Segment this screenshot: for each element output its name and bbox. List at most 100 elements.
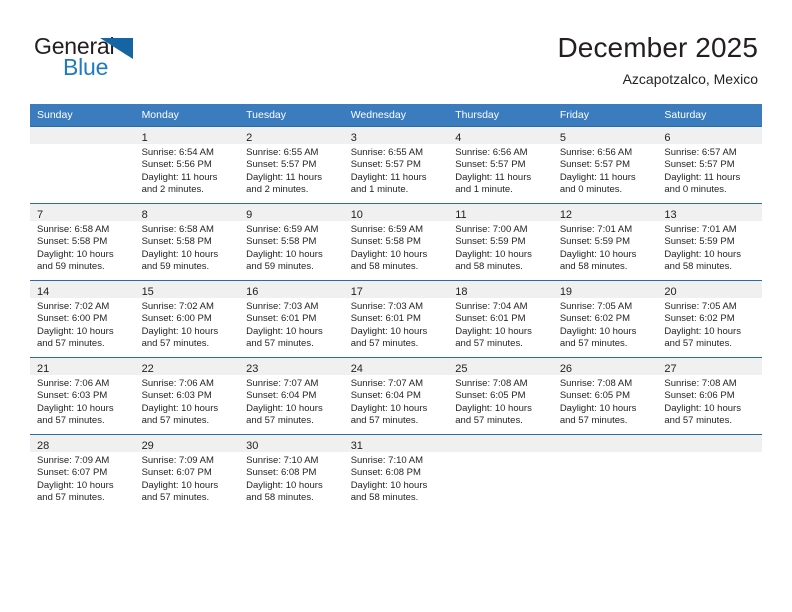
calendar-week-row: 14 Sunrise: 7:02 AM Sunset: 6:00 PM Dayligh… — [30, 280, 762, 358]
calendar-day-cell[interactable]: 25 Sunrise: 7:08 AM Sunset: 6:05 PM Dayligh… — [448, 357, 553, 435]
day-number-band: 17 — [343, 281, 449, 298]
day-detail-line: Daylight: 10 hours — [559, 248, 637, 260]
calendar-day-cell[interactable]: 18 Sunrise: 7:04 AM Sunset: 6:01 PM Dayligh… — [448, 280, 553, 358]
calendar-day-cell[interactable]: 17 Sunrise: 7:03 AM Sunset: 6:01 PM Dayligh… — [343, 280, 449, 358]
day-number-band: 24 — [343, 358, 449, 375]
calendar-week-row: 1 Sunrise: 6:54 AM Sunset: 5:56 PM Daylight… — [30, 126, 762, 204]
calendar-day-cell-empty — [552, 434, 658, 511]
calendar-day-cell[interactable]: 31 Sunrise: 7:10 AM Sunset: 6:08 PM Dayligh… — [343, 434, 449, 511]
day-detail-line: Sunset: 5:56 PM — [141, 159, 212, 171]
calendar-day-cell[interactable]: 19 Sunrise: 7:05 AM Sunset: 6:02 PM Dayligh… — [552, 280, 658, 358]
day-detail-line: Daylight: 10 hours — [664, 402, 741, 414]
calendar-day-cell[interactable]: 7 Sunrise: 6:58 AM Sunset: 5:58 PM Daylight… — [30, 203, 135, 281]
day-cell-inner: 12 Sunrise: 7:01 AM Sunset: 5:59 PM Dayligh… — [552, 204, 658, 280]
day-detail-line: Daylight: 10 hours — [559, 325, 637, 337]
day-cell-inner — [657, 435, 762, 511]
day-number: 4 — [455, 132, 462, 144]
day-number-band: 18 — [448, 281, 553, 298]
calendar-day-cell[interactable]: 26 Sunrise: 7:08 AM Sunset: 6:05 PM Dayligh… — [552, 357, 658, 435]
calendar-day-cell[interactable]: 9 Sunrise: 6:59 AM Sunset: 5:58 PM Daylight… — [239, 203, 344, 281]
day-cell-inner: 14 Sunrise: 7:02 AM Sunset: 6:00 PM Dayligh… — [30, 281, 135, 357]
day-cell-inner: 22 Sunrise: 7:06 AM Sunset: 6:03 PM Dayligh… — [134, 358, 240, 434]
calendar-day-cell[interactable]: 24 Sunrise: 7:07 AM Sunset: 6:04 PM Dayligh… — [343, 357, 449, 435]
day-number: 26 — [559, 363, 573, 375]
calendar-day-cell[interactable]: 15 Sunrise: 7:02 AM Sunset: 6:00 PM Dayligh… — [134, 280, 240, 358]
day-detail-line: and 2 minutes. — [246, 184, 309, 196]
day-detail-line: Sunset: 6:07 PM — [141, 467, 212, 479]
weekday-header-row: Sunday Monday Tuesday Wednesday Thursday Frid… — [30, 104, 762, 127]
day-cell-inner: 2 Sunrise: 6:55 AM Sunset: 5:57 PM Daylight… — [239, 127, 344, 203]
day-number-band: 21 — [30, 358, 135, 375]
calendar-day-cell[interactable]: 20 Sunrise: 7:05 AM Sunset: 6:02 PM Dayligh… — [657, 280, 762, 358]
day-detail-line: Sunset: 6:05 PM — [559, 390, 631, 402]
day-detail-line: Daylight: 10 hours — [350, 248, 428, 260]
day-detail-line: and 57 minutes. — [37, 338, 105, 350]
title-block: December 2025 Azcapotzalco, Mexico — [557, 31, 758, 89]
day-number-band — [552, 435, 658, 452]
calendar-week-row: 28 Sunrise: 7:09 AM Sunset: 6:07 PM Dayligh… — [30, 434, 762, 511]
day-number: 21 — [37, 363, 50, 375]
day-detail-line: and 0 minutes. — [559, 184, 623, 196]
day-detail-line: Daylight: 10 hours — [141, 248, 219, 260]
calendar-day-cell[interactable]: 8 Sunrise: 6:58 AM Sunset: 5:58 PM Daylight… — [134, 203, 240, 281]
day-detail-line: Sunrise: 7:06 AM — [37, 378, 110, 389]
calendar-day-cell[interactable]: 11 Sunrise: 7:00 AM Sunset: 5:59 PM Dayligh… — [448, 203, 553, 281]
weekday-header-monday: Monday — [134, 104, 240, 127]
calendar-day-cell[interactable]: 30 Sunrise: 7:10 AM Sunset: 6:08 PM Dayligh… — [239, 434, 344, 511]
calendar-day-cell[interactable]: 13 Sunrise: 7:01 AM Sunset: 5:59 PM Dayligh… — [657, 203, 762, 281]
day-detail-text: Sunrise: 7:02 AM Sunset: 6:00 PM Daylight:… — [30, 298, 135, 351]
day-cell-inner: 29 Sunrise: 7:09 AM Sunset: 6:07 PM Dayligh… — [134, 435, 240, 511]
day-number: 27 — [664, 363, 677, 375]
day-detail-line: Daylight: 10 hours — [246, 325, 323, 337]
calendar-day-cell[interactable]: 28 Sunrise: 7:09 AM Sunset: 6:07 PM Dayligh… — [30, 434, 135, 511]
day-detail-text: Sunrise: 6:59 AM Sunset: 5:58 PM Daylight:… — [344, 221, 449, 274]
day-number-band: 10 — [343, 204, 449, 221]
calendar-day-cell[interactable]: 14 Sunrise: 7:02 AM Sunset: 6:00 PM Dayligh… — [30, 280, 135, 358]
day-detail-line: and 58 minutes. — [350, 261, 419, 273]
day-number-band: 3 — [343, 127, 449, 144]
day-detail-line: and 57 minutes. — [246, 415, 314, 427]
calendar-day-cell[interactable]: 23 Sunrise: 7:07 AM Sunset: 6:04 PM Dayligh… — [239, 357, 344, 435]
calendar-day-cell[interactable]: 5 Sunrise: 6:56 AM Sunset: 5:57 PM Daylight… — [552, 126, 658, 204]
day-detail-line: Daylight: 10 hours — [37, 402, 114, 414]
logo-general-blue[interactable]: General Blue — [34, 34, 234, 90]
day-detail-line: Daylight: 10 hours — [246, 479, 323, 491]
day-detail-text: Sunrise: 7:06 AM Sunset: 6:03 PM Daylight:… — [135, 375, 240, 428]
day-number-band: 16 — [239, 281, 344, 298]
day-detail-line: Sunset: 5:57 PM — [664, 159, 735, 171]
day-number: 11 — [455, 209, 467, 221]
calendar-day-cell[interactable]: 1 Sunrise: 6:54 AM Sunset: 5:56 PM Daylight… — [134, 126, 240, 204]
calendar-day-cell[interactable]: 12 Sunrise: 7:01 AM Sunset: 5:59 PM Dayligh… — [552, 203, 658, 281]
day-number: 16 — [246, 286, 259, 298]
day-detail-line: Sunrise: 6:57 AM — [664, 147, 737, 158]
day-detail-line: Sunrise: 6:59 AM — [246, 224, 319, 235]
calendar-day-cell[interactable]: 29 Sunrise: 7:09 AM Sunset: 6:07 PM Dayligh… — [134, 434, 240, 511]
day-number: 7 — [37, 209, 44, 221]
day-detail-line: and 57 minutes. — [37, 415, 105, 427]
day-detail-text: Sunrise: 7:03 AM Sunset: 6:01 PM Daylight:… — [239, 298, 344, 351]
calendar-day-cell[interactable]: 16 Sunrise: 7:03 AM Sunset: 6:01 PM Dayligh… — [239, 280, 344, 358]
calendar-day-cell[interactable]: 21 Sunrise: 7:06 AM Sunset: 6:03 PM Dayligh… — [30, 357, 135, 435]
calendar-day-cell[interactable]: 22 Sunrise: 7:06 AM Sunset: 6:03 PM Dayligh… — [134, 357, 240, 435]
day-detail-line: Sunset: 6:05 PM — [455, 390, 526, 402]
day-detail-line: Sunset: 5:57 PM — [246, 159, 317, 171]
day-detail-line: Daylight: 10 hours — [350, 402, 428, 414]
day-detail-line: Sunset: 5:58 PM — [350, 236, 421, 248]
day-number: 29 — [141, 440, 154, 452]
calendar-day-cell[interactable]: 2 Sunrise: 6:55 AM Sunset: 5:57 PM Daylight… — [239, 126, 344, 204]
calendar-day-cell[interactable]: 27 Sunrise: 7:08 AM Sunset: 6:06 PM Dayligh… — [657, 357, 762, 435]
day-detail-line: Sunrise: 7:02 AM — [141, 301, 214, 312]
calendar-day-cell[interactable]: 6 Sunrise: 6:57 AM Sunset: 5:57 PM Daylight… — [657, 126, 762, 204]
day-number: 2 — [246, 132, 253, 144]
day-number: 28 — [37, 440, 50, 452]
day-cell-inner: 23 Sunrise: 7:07 AM Sunset: 6:04 PM Dayligh… — [239, 358, 344, 434]
day-cell-inner: 25 Sunrise: 7:08 AM Sunset: 6:05 PM Dayligh… — [448, 358, 553, 434]
weekday-header-sunday: Sunday — [30, 104, 135, 127]
calendar-day-cell-empty — [448, 434, 553, 511]
day-number-band — [657, 435, 762, 452]
calendar-day-cell[interactable]: 10 Sunrise: 6:59 AM Sunset: 5:58 PM Dayligh… — [343, 203, 449, 281]
day-detail-line: Daylight: 10 hours — [455, 402, 532, 414]
calendar-day-cell[interactable]: 3 Sunrise: 6:55 AM Sunset: 5:57 PM Daylight… — [343, 126, 449, 204]
calendar-day-cell[interactable]: 4 Sunrise: 6:56 AM Sunset: 5:57 PM Daylight… — [448, 126, 553, 204]
day-detail-line: and 58 minutes. — [350, 492, 419, 504]
